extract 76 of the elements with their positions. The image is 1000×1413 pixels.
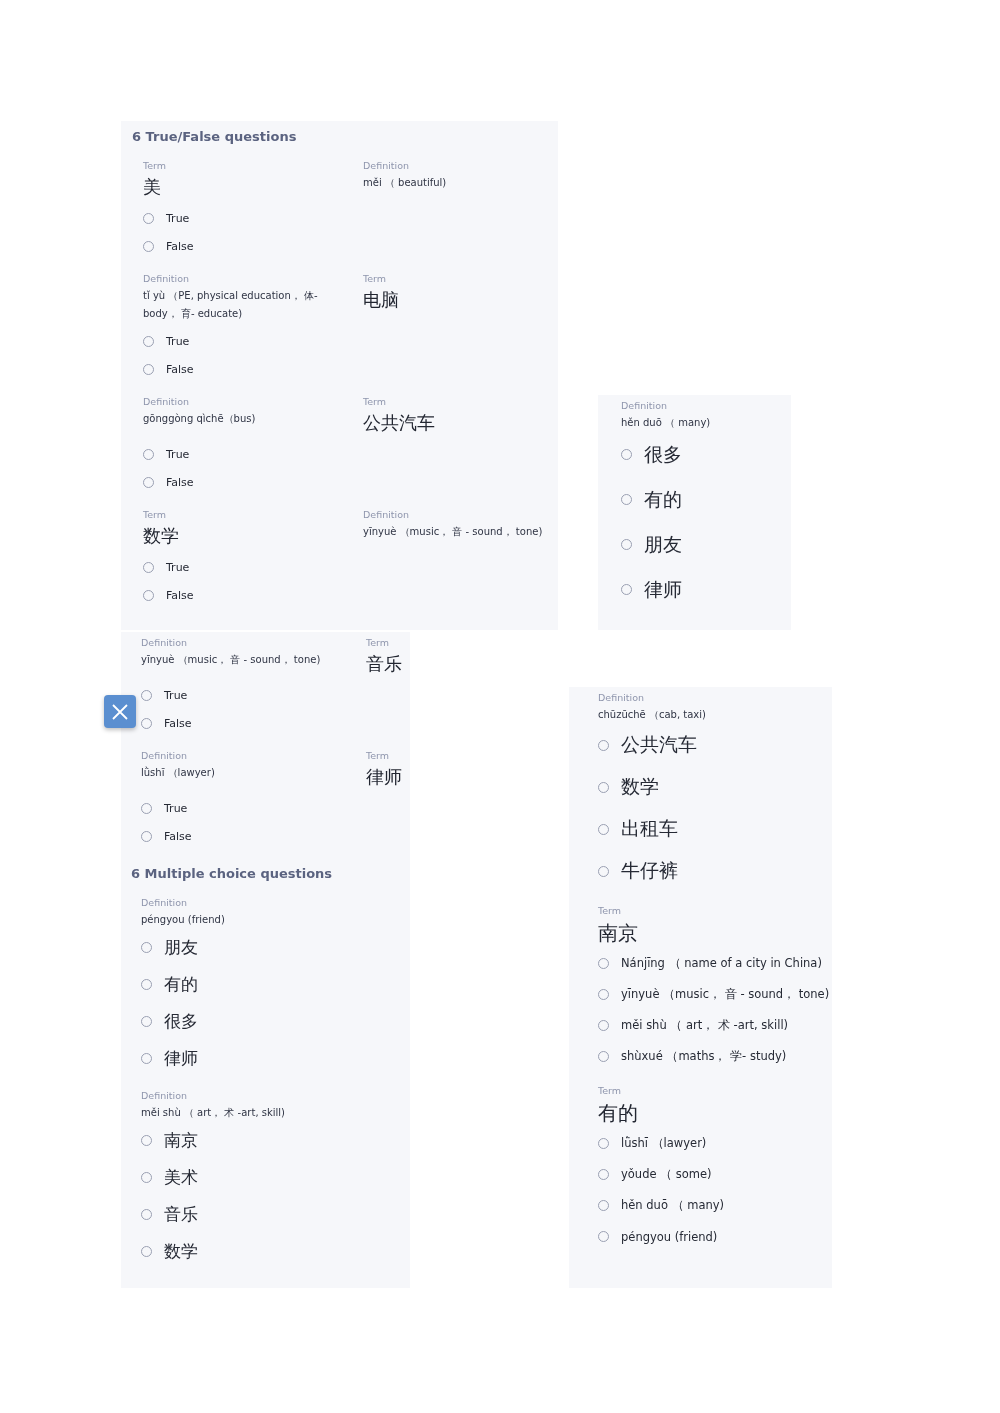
field-label: Definition	[621, 399, 667, 413]
option-label: False	[166, 475, 194, 489]
option-label: 律师	[644, 576, 682, 602]
definition-text: měi （ beautiful)	[363, 176, 447, 190]
option-label: yǒude （ some)	[621, 1167, 712, 1182]
field-label: Term	[363, 395, 387, 409]
field-label: Term	[366, 636, 390, 650]
option-label: 公共汽车	[621, 732, 697, 757]
definition-text: péngyou (friend)	[141, 913, 225, 927]
option-label: True	[166, 211, 190, 225]
option-label: 很多	[644, 441, 682, 467]
term-text: 电脑	[363, 288, 399, 312]
option-label: False	[166, 362, 194, 376]
option-label: True	[164, 688, 188, 702]
section-heading: 6 Multiple choice questions	[131, 865, 334, 883]
definition-text: lǜshī （lawyer)	[141, 765, 215, 780]
option-label: True	[166, 447, 190, 461]
term-text: 律师	[366, 765, 402, 789]
option-label: lǜshī （lawyer)	[621, 1136, 707, 1151]
close-icon	[111, 702, 129, 721]
definition-text: měi shù （ art， 术 -art, skill)	[141, 1106, 285, 1120]
option-label: False	[164, 829, 192, 843]
option-label: 律师	[164, 1047, 198, 1070]
definition-text: hěn duō （ many)	[621, 416, 711, 430]
field-label: Definition	[143, 272, 189, 286]
field-label: Definition	[363, 159, 409, 173]
term-text: 南京	[598, 920, 638, 947]
field-label: Definition	[363, 508, 409, 522]
option-label: hěn duō （ many)	[621, 1198, 725, 1213]
field-label: Definition	[141, 636, 187, 650]
option-label: 朋友	[164, 936, 198, 959]
term-text: 音乐	[366, 652, 402, 676]
field-label: Term	[143, 159, 167, 173]
section-heading: 6 True/False questions	[132, 128, 298, 146]
option-label: 牛仔裤	[621, 858, 678, 883]
definition-text: chūzūchē （cab, taxi)	[598, 708, 706, 722]
option-label: péngyou (friend)	[621, 1229, 718, 1244]
option-label: 出租车	[621, 816, 678, 841]
option-label: 数学	[621, 774, 659, 799]
term-text: 公共汽车	[363, 411, 435, 435]
option-label: 很多	[164, 1010, 198, 1033]
option-label: 音乐	[164, 1203, 198, 1226]
option-label: 有的	[644, 486, 682, 512]
field-label: Term	[363, 272, 387, 286]
field-label: Definition	[141, 896, 187, 910]
option-label: False	[166, 588, 194, 602]
option-label: yīnyuè （music， 音 - sound， tone)	[621, 987, 830, 1002]
option-label: 有的	[164, 973, 198, 996]
field-label: Term	[143, 508, 167, 522]
field-label: Term	[598, 904, 622, 918]
field-label: Definition	[598, 691, 644, 705]
definition-text: yīnyuè （music， 音 - sound， tone)	[363, 525, 543, 539]
option-label: měi shù （ art， 术 -art, skill)	[621, 1018, 789, 1033]
field-label: Definition	[141, 749, 187, 763]
option-label: 美术	[164, 1166, 198, 1189]
option-label: True	[166, 560, 190, 574]
term-text: 美	[143, 175, 161, 199]
definition-text: gōnggòng qìchē（bus)	[143, 412, 256, 426]
option-label: Nánjīng （ name of a city in China)	[621, 956, 822, 971]
option-label: 数学	[164, 1240, 198, 1263]
option-label: 朋友	[644, 531, 682, 557]
option-label: True	[166, 334, 190, 348]
field-label: Term	[366, 749, 390, 763]
close-button[interactable]	[104, 695, 136, 728]
definition-text: tǐ yù （PE, physical education， 体-body， 育- educate)	[143, 289, 319, 321]
field-label: Definition	[143, 395, 189, 409]
option-label: True	[164, 801, 188, 815]
field-label: Term	[598, 1084, 622, 1098]
option-label: False	[164, 716, 192, 730]
definition-text: yīnyuè （music， 音 - sound， tone)	[141, 653, 321, 667]
field-label: Definition	[141, 1089, 187, 1103]
option-label: False	[166, 239, 194, 253]
term-text: 有的	[598, 1100, 638, 1127]
term-text: 数学	[143, 524, 179, 548]
option-label: 南京	[164, 1129, 198, 1152]
option-label: shùxué （maths， 学- study)	[621, 1049, 787, 1064]
